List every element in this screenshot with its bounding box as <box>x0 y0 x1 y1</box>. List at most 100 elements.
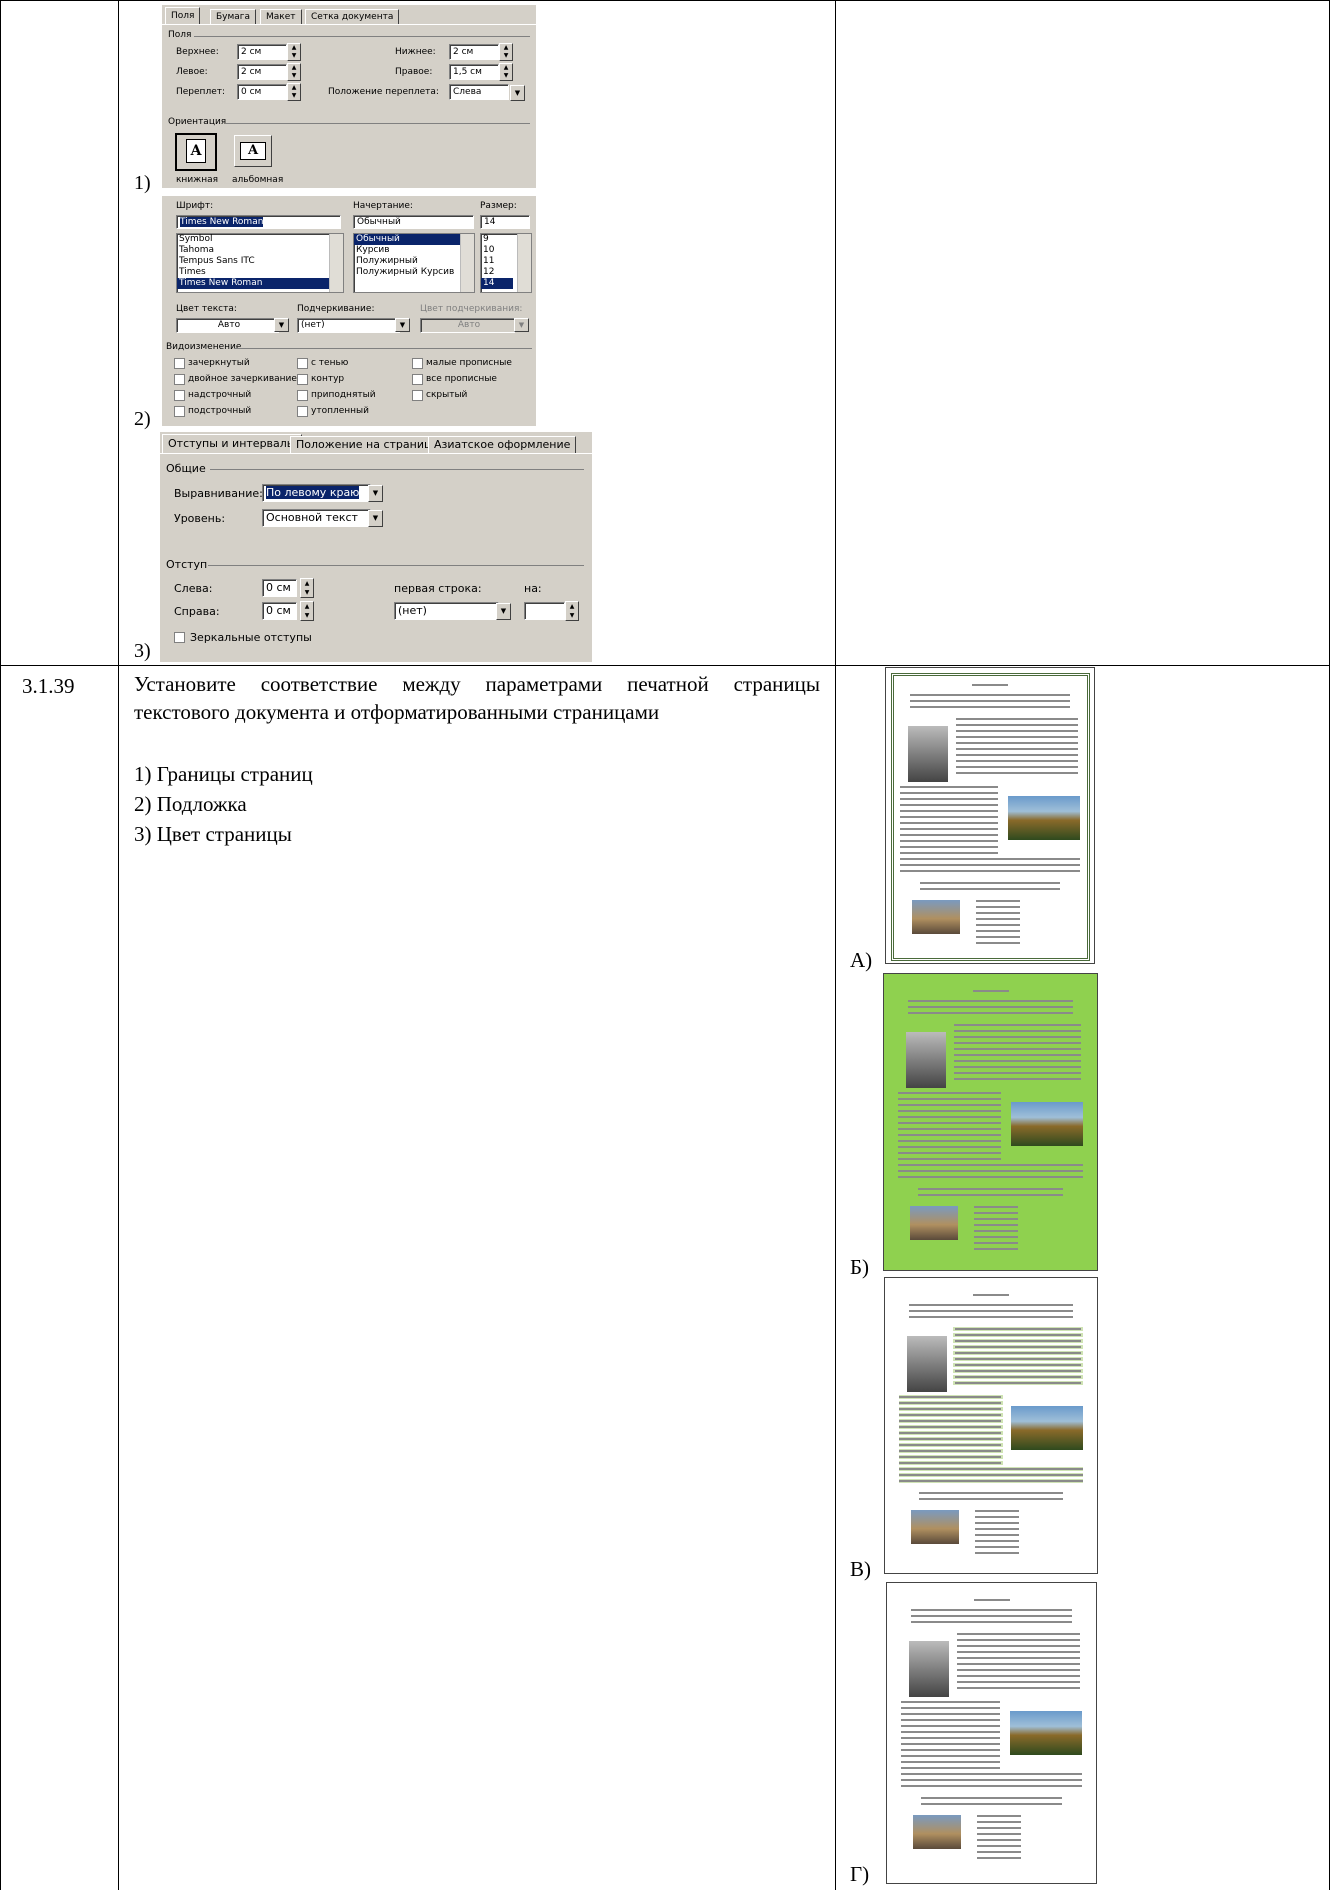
gutter-input[interactable]: 0 см <box>237 84 287 100</box>
tab-indents-spacing[interactable]: Отступы и интервалы <box>162 434 302 453</box>
text-line <box>918 1194 1063 1196</box>
left-margin-input[interactable]: 2 см <box>237 64 287 80</box>
list-item[interactable]: Курсив <box>354 245 474 256</box>
answer-page-b <box>883 973 1098 1271</box>
list-item[interactable]: Times New Roman <box>177 278 343 289</box>
list-item[interactable]: Tempus Sans ITC <box>177 256 343 267</box>
text-line <box>974 1206 1018 1208</box>
checkbox-subscript[interactable] <box>174 406 185 417</box>
right-indent-label: Справа: <box>174 605 220 618</box>
bottom-label: Нижнее: <box>395 47 436 57</box>
tab-layout[interactable]: Макет <box>260 9 302 24</box>
text-color-label: Цвет текста: <box>176 304 237 314</box>
level-select[interactable]: Основной текст <box>262 509 371 527</box>
mirror-indents-checkbox[interactable] <box>174 632 185 643</box>
portrait-button[interactable]: A <box>175 133 217 171</box>
tab-asian-typography[interactable]: Азиатское оформление <box>428 436 577 453</box>
font-list[interactable]: Symbol Tahoma Tempus Sans ITC Times Time… <box>176 233 344 293</box>
chevron-down-icon[interactable]: ▼ <box>274 318 289 332</box>
text-line <box>954 1048 1081 1050</box>
marker-2: 2) <box>134 408 151 430</box>
checkbox-double-strikethrough[interactable] <box>174 374 185 385</box>
checkbox-strikethrough[interactable] <box>174 358 185 369</box>
text-line <box>973 1294 1009 1296</box>
tab-underline <box>162 24 536 25</box>
text-line <box>901 1719 1000 1721</box>
left-indent-input[interactable]: 0 см <box>262 579 297 597</box>
list-item[interactable]: Обычный <box>354 234 474 245</box>
left-margin-spinner[interactable]: ▲ ▼ <box>287 63 301 81</box>
top-margin-input[interactable]: 2 см <box>237 44 287 60</box>
checkbox-hidden[interactable] <box>412 390 423 401</box>
text-color-select[interactable]: Авто <box>176 318 279 333</box>
chevron-down-icon[interactable]: ▼ <box>496 603 511 620</box>
size-list-scrollbar[interactable] <box>517 234 531 292</box>
list-item[interactable]: Полужирный Курсив <box>354 267 474 278</box>
chevron-down-icon[interactable]: ▼ <box>510 85 525 101</box>
right-margin-spinner[interactable]: ▲ ▼ <box>499 63 513 81</box>
checkbox-raised[interactable] <box>297 390 308 401</box>
right-indent-input[interactable]: 0 см <box>262 602 297 620</box>
style-label: Начертание: <box>353 201 413 211</box>
text-line <box>919 1498 1063 1500</box>
text-line <box>954 1042 1081 1044</box>
task-item-1: 1) Границы страниц <box>134 762 313 786</box>
text-line <box>975 1510 1019 1512</box>
text-line <box>901 1761 1000 1763</box>
landscape-button[interactable]: A <box>234 135 272 167</box>
underline-select[interactable]: (нет) <box>297 318 400 333</box>
left-label: Левое: <box>176 67 208 77</box>
checkbox-superscript[interactable] <box>174 390 185 401</box>
font-input[interactable]: Times New Roman <box>176 215 341 229</box>
gutter-position-select[interactable]: Слева <box>449 84 509 100</box>
text-line <box>956 730 1078 732</box>
list-item[interactable]: Tahoma <box>177 245 343 256</box>
checkbox-small-caps[interactable] <box>412 358 423 369</box>
font-list-scrollbar[interactable] <box>329 234 343 292</box>
checkbox-all-caps[interactable] <box>412 374 423 385</box>
text-line <box>910 706 1070 708</box>
chevron-down-icon[interactable]: ▼ <box>395 318 410 332</box>
chevron-down-icon[interactable]: ▼ <box>368 510 383 527</box>
text-line <box>899 1408 1001 1410</box>
list-item[interactable]: Symbol <box>177 234 343 245</box>
bottom-margin-input[interactable]: 2 см <box>449 44 499 60</box>
alignment-select[interactable]: По левому краю <box>262 484 371 502</box>
tab-doc-grid[interactable]: Сетка документа <box>305 9 400 24</box>
left-indent-spinner[interactable]: ▲ ▼ <box>300 578 314 598</box>
text-line <box>899 1426 1001 1428</box>
checkbox-outline[interactable] <box>297 374 308 385</box>
style-list[interactable]: Обычный Курсив Полужирный Полужирный Кур… <box>353 233 475 293</box>
right-indent-spinner[interactable]: ▲ ▼ <box>300 601 314 621</box>
text-line <box>898 1152 1001 1154</box>
first-line-select[interactable]: (нет) <box>394 602 499 620</box>
right-margin-input[interactable]: 1,5 см <box>449 64 499 80</box>
chevron-down-icon[interactable]: ▼ <box>368 485 383 502</box>
size-list[interactable]: 9 10 11 12 14 <box>480 233 532 293</box>
style-list-scrollbar[interactable] <box>460 234 474 292</box>
by-spinner[interactable]: ▲ ▼ <box>565 601 579 621</box>
table-row-divider <box>0 665 1330 666</box>
gutter-spinner[interactable]: ▲ ▼ <box>287 83 301 101</box>
style-input[interactable]: Обычный <box>353 215 474 229</box>
list-item[interactable]: Times <box>177 267 343 278</box>
checkbox-shadow[interactable] <box>297 358 308 369</box>
tab-paper[interactable]: Бумага <box>210 9 257 24</box>
size-input[interactable]: 14 <box>480 215 530 229</box>
by-input[interactable] <box>524 602 565 620</box>
tab-line-page-breaks[interactable]: Положение на странице <box>290 436 445 453</box>
general-group-title: Общие <box>166 462 206 475</box>
answer-page-c <box>884 1277 1098 1574</box>
text-line <box>900 828 998 830</box>
text-line <box>974 1224 1018 1226</box>
list-item[interactable]: 14 <box>481 278 513 289</box>
effects-group-title: Видоизменение <box>166 342 242 352</box>
tab-margins[interactable]: Поля <box>165 7 201 24</box>
checkbox-engraved[interactable] <box>297 406 308 417</box>
task-number: 3.1.39 <box>22 674 75 698</box>
text-line <box>955 1346 1081 1348</box>
list-item[interactable]: Полужирный <box>354 256 474 267</box>
top-margin-spinner[interactable]: ▲ ▼ <box>287 43 301 61</box>
bottom-margin-spinner[interactable]: ▲ ▼ <box>499 43 513 61</box>
text-line <box>900 864 1080 866</box>
